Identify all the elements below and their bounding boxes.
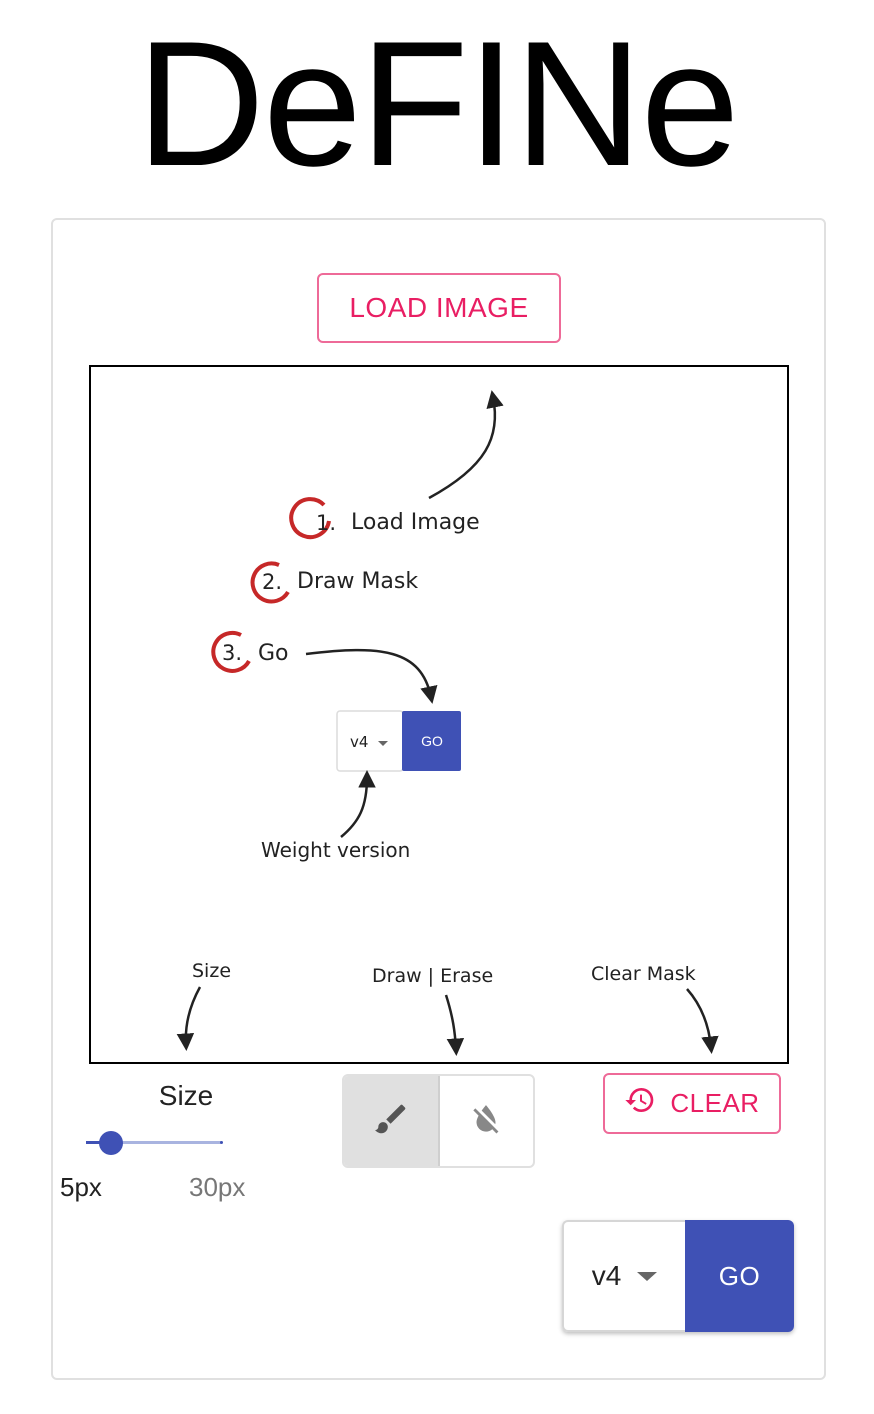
brush-min-label: 5px [60, 1172, 102, 1202]
slider-thumb[interactable] [99, 1131, 124, 1155]
mini-go-label: GO [421, 733, 443, 749]
weight-version-label: Weight version [261, 838, 410, 862]
erase-mode-button[interactable] [440, 1076, 534, 1166]
mini-version-label: v4 [350, 733, 368, 751]
step2-number: 2. [262, 570, 282, 594]
load-image-button[interactable]: LOAD IMAGE [317, 273, 561, 343]
arrow-size-hint [176, 986, 202, 1051]
brush-max-label: 30px [189, 1172, 246, 1202]
clear-mask-hint: Clear Mask [591, 963, 696, 985]
history-icon [624, 1084, 656, 1123]
arrow-clear-hint [686, 988, 719, 1054]
brush-icon [372, 1100, 410, 1143]
clear-mask-button[interactable]: CLEAR [603, 1073, 781, 1134]
step2-text: Draw Mask [297, 569, 418, 594]
mini-version-select [336, 710, 404, 772]
brush-size-slider[interactable] [86, 1128, 226, 1158]
arrow-to-version [340, 770, 376, 838]
version-value: v4 [591, 1260, 622, 1291]
step1-number: 1. [316, 511, 336, 535]
format-color-reset-icon [467, 1100, 505, 1143]
step3-number: 3. [222, 641, 242, 665]
arrow-to-load [428, 390, 504, 500]
step3-text: Go [258, 641, 289, 666]
weight-version-select[interactable]: v4 [562, 1220, 685, 1332]
instructions-overlay: 1. Load Image 2. Draw Mask 3. Go v4 GO W… [176, 390, 719, 1056]
run-controls: v4 GO [562, 1220, 794, 1332]
draw-erase-toggle [342, 1074, 535, 1168]
arrow-draw-erase-hint [444, 994, 465, 1056]
brush-size-label: Size [158, 1080, 214, 1111]
app-title: DeFINe [136, 4, 739, 203]
drawing-canvas[interactable]: 1. Load Image 2. Draw Mask 3. Go v4 GO W… [89, 365, 789, 1064]
size-hint: Size [192, 960, 231, 982]
slider-end-dot [220, 1141, 223, 1144]
draw-erase-hint: Draw | Erase [372, 965, 493, 987]
step1-text: Load Image [351, 510, 480, 535]
draw-mode-button[interactable] [344, 1076, 440, 1166]
clear-label: CLEAR [670, 1088, 760, 1118]
chevron-down-icon [637, 1271, 658, 1281]
arrow-to-go [305, 648, 438, 704]
go-button[interactable]: GO [685, 1220, 794, 1332]
